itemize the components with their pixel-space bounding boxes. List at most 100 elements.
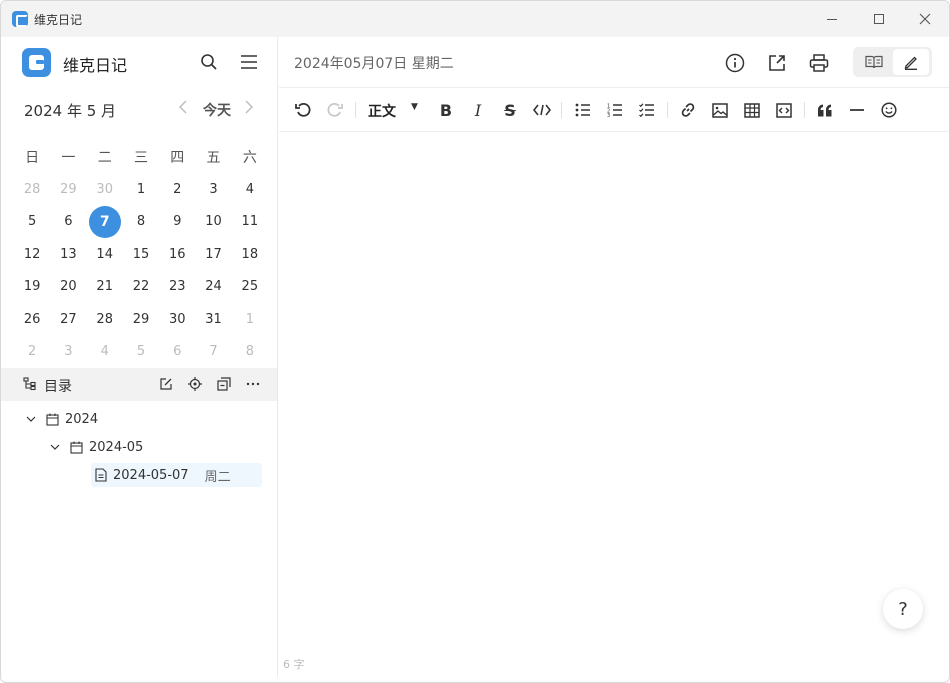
calendar-day[interactable]: 9	[159, 214, 195, 229]
locate-button[interactable]	[187, 376, 203, 392]
calendar-day[interactable]: 13	[50, 247, 86, 262]
help-button[interactable]: ?	[883, 589, 923, 629]
maximize-button[interactable]	[856, 1, 902, 37]
ordered-list-button[interactable]: 123	[605, 100, 625, 120]
horizontal-rule-button[interactable]	[847, 100, 867, 120]
calendar-day[interactable]: 26	[14, 312, 50, 327]
calendar-day[interactable]: 28	[14, 182, 50, 197]
calendar-day[interactable]: 3	[195, 182, 231, 197]
read-mode-button[interactable]	[856, 49, 892, 75]
task-list-button[interactable]	[637, 100, 657, 120]
tree-node-year[interactable]: 2024	[24, 407, 98, 431]
caret-down-icon[interactable]: ▼	[411, 102, 418, 112]
calendar-day[interactable]: 1	[123, 182, 159, 197]
calendar-week-row: 5 6 7 8 9 10 11	[14, 205, 268, 238]
calendar-day[interactable]: 16	[159, 247, 195, 262]
calendar-day-number: 29	[60, 182, 77, 198]
calendar-day[interactable]: 7	[195, 344, 231, 359]
tree-node-month[interactable]: 2024-05	[48, 435, 143, 459]
calendar-day[interactable]: 23	[159, 279, 195, 294]
new-entry-button[interactable]	[158, 376, 174, 392]
calendar-day[interactable]: 5	[123, 344, 159, 359]
calendar-day[interactable]: 30	[87, 182, 123, 197]
calendar-day[interactable]: 27	[50, 312, 86, 327]
close-button[interactable]	[902, 1, 948, 37]
edit-mode-button[interactable]	[893, 49, 929, 75]
print-button[interactable]	[807, 51, 831, 75]
minimize-button[interactable]	[809, 1, 855, 37]
weekday-label: 六	[242, 150, 257, 167]
inline-code-button[interactable]	[532, 100, 552, 120]
calendar-day[interactable]: 17	[195, 247, 231, 262]
bullet-list-button[interactable]	[573, 100, 593, 120]
calendar-day[interactable]: 10	[195, 214, 231, 229]
calendar-day[interactable]: 29	[123, 312, 159, 327]
calendar-day[interactable]: 1	[232, 312, 268, 327]
editor-content-area[interactable]	[279, 133, 949, 653]
quote-button[interactable]	[815, 100, 835, 120]
calendar-day[interactable]: 25	[232, 279, 268, 294]
calendar-day-number: 23	[168, 279, 186, 295]
redo-button[interactable]	[325, 100, 345, 120]
calendar-day[interactable]: 21	[87, 279, 123, 294]
info-button[interactable]	[723, 51, 747, 75]
calendar-day[interactable]: 22	[123, 279, 159, 294]
share-export-button[interactable]	[765, 51, 789, 75]
bold-button[interactable]: B	[436, 100, 456, 120]
calendar-day[interactable]: 8	[232, 344, 268, 359]
editor-pane: 2024年05月07日 星期二 正文 ▼ B I S 1 2 3 6 字 ?	[279, 37, 949, 677]
calendar-day[interactable]: 20	[50, 279, 86, 294]
bold-icon: B	[439, 100, 453, 120]
calendar-day[interactable]: 6	[50, 214, 86, 229]
emoji-button[interactable]	[879, 100, 899, 120]
search-button[interactable]	[198, 51, 220, 73]
calendar-day[interactable]: 4	[232, 182, 268, 197]
toolbar-divider	[355, 102, 356, 118]
calendar-day-number: 8	[136, 214, 146, 230]
calendar-next-button[interactable]	[244, 99, 254, 118]
calendar-day[interactable]: 29	[50, 182, 86, 197]
collapse-all-button[interactable]	[216, 376, 232, 392]
calendar-day[interactable]: 6	[159, 344, 195, 359]
calendar-day-number: 2	[173, 182, 182, 198]
calendar-day[interactable]: 15	[123, 247, 159, 262]
calendar-day[interactable]: 14	[87, 247, 123, 262]
calendar-day[interactable]: 19	[14, 279, 50, 294]
title-bar: 维克日记	[1, 1, 949, 37]
calendar-day[interactable]: 12	[14, 247, 50, 262]
calendar-day-number: 6	[64, 214, 73, 230]
calendar-day[interactable]: 11	[232, 214, 268, 229]
calendar-day[interactable]: 5	[14, 214, 50, 229]
link-button[interactable]	[678, 100, 698, 120]
chevron-down-icon	[48, 444, 62, 450]
calendar-day-selected[interactable]: 7	[87, 205, 123, 238]
strikethrough-button[interactable]: S	[500, 100, 520, 120]
search-icon	[201, 54, 217, 70]
tree-node-file[interactable]: 2024-05-07 周二	[91, 463, 262, 487]
calendar-day[interactable]: 2	[159, 182, 195, 197]
calendar-day[interactable]: 31	[195, 312, 231, 327]
menu-button[interactable]	[238, 51, 260, 73]
code-block-button[interactable]	[774, 100, 794, 120]
calendar-day[interactable]: 24	[195, 279, 231, 294]
ordered-list-icon: 123	[607, 104, 622, 117]
calendar-today-button[interactable]: 今天	[203, 100, 231, 120]
calendar-day[interactable]: 2	[14, 344, 50, 359]
calendar-day[interactable]: 4	[87, 344, 123, 359]
calendar-day[interactable]: 8	[123, 214, 159, 229]
calendar-day[interactable]: 28	[87, 312, 123, 327]
more-options-button[interactable]	[245, 376, 261, 392]
calendar-day-number: 12	[23, 246, 41, 262]
calendar-day[interactable]: 3	[50, 344, 86, 359]
undo-button[interactable]	[293, 100, 313, 120]
calendar-week-row: 26 27 28 29 30 31 1	[14, 303, 268, 335]
italic-button[interactable]: I	[468, 100, 488, 120]
image-button[interactable]	[710, 100, 730, 120]
table-button[interactable]	[742, 100, 762, 120]
maximize-icon	[874, 14, 884, 24]
paragraph-style-select[interactable]: 正文	[368, 101, 396, 121]
calendar-day[interactable]: 18	[232, 247, 268, 262]
calendar-prev-button[interactable]	[178, 99, 188, 118]
calendar-day[interactable]: 30	[159, 312, 195, 327]
calendar-day-number: 25	[241, 279, 259, 295]
